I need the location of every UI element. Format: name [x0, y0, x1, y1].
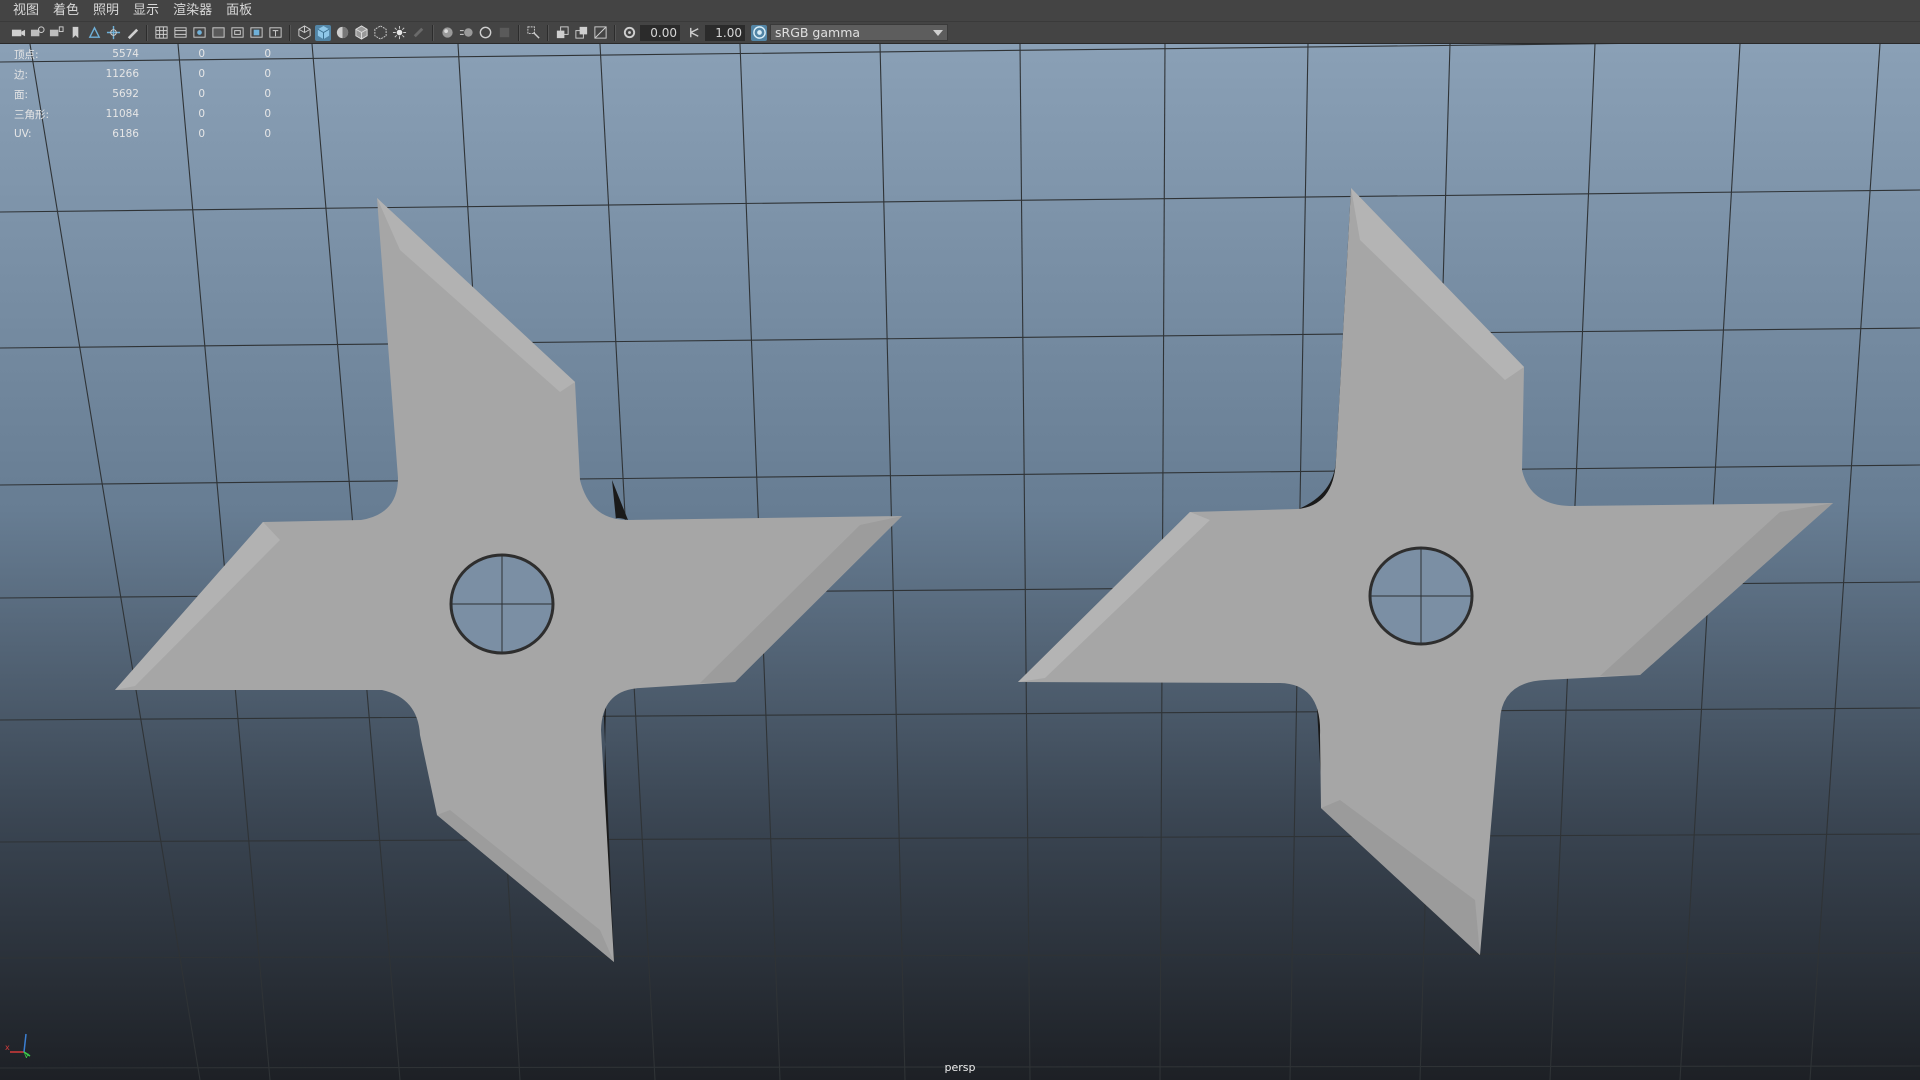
image-plane-icon[interactable]	[86, 25, 102, 41]
exposure-icon[interactable]	[621, 25, 637, 41]
toolbar-separator	[547, 24, 549, 41]
safe-title-icon[interactable]	[267, 25, 283, 41]
viewport-scene	[0, 44, 1920, 1080]
perspective-viewport[interactable]	[0, 44, 1920, 1080]
hud-value: 0	[264, 68, 271, 80]
hud-row-faces: 面: 5692 0 0	[14, 84, 271, 104]
hud-value: 11084	[105, 108, 139, 120]
isolate-select-icon[interactable]	[525, 25, 541, 41]
hud-row-uvs: UV: 6186 0 0	[14, 124, 271, 144]
gamma-field[interactable]	[705, 24, 745, 41]
hud-row-triangles: 三角形: 11084 0 0	[14, 104, 271, 124]
hud-value: 0	[198, 88, 205, 100]
hud-value: 0	[264, 48, 271, 60]
hud-value: 5574	[112, 48, 139, 60]
resolution-gate-icon[interactable]	[191, 25, 207, 41]
color-management-icon[interactable]	[751, 24, 767, 41]
default-material-icon[interactable]	[334, 25, 350, 41]
axis-gizmo-icon: x y	[5, 1033, 31, 1058]
hud-value: 0	[198, 48, 205, 60]
toolbar-separator	[289, 24, 291, 41]
toolbar-separator	[518, 24, 520, 41]
toolbar-separator	[432, 24, 434, 41]
backface-culling-icon[interactable]	[592, 25, 608, 41]
gate-mask-icon[interactable]	[210, 25, 226, 41]
hud-value: 0	[198, 128, 205, 140]
hud-value: 0	[264, 88, 271, 100]
depth-of-field-icon[interactable]	[496, 25, 512, 41]
hud-row-edges: 边: 11266 0 0	[14, 64, 271, 84]
shadows-icon[interactable]	[410, 25, 426, 41]
menu-renderer[interactable]: 渲染器	[166, 0, 219, 22]
multisample-aa-icon[interactable]	[477, 25, 493, 41]
xray-joints-icon[interactable]	[554, 25, 570, 41]
hud-value: 0	[264, 108, 271, 120]
field-chart-icon[interactable]	[229, 25, 245, 41]
menu-view[interactable]: 视图	[6, 0, 46, 22]
menu-lighting[interactable]: 照明	[86, 0, 126, 22]
hud-label: UV:	[14, 128, 32, 140]
color-space-dropdown[interactable]: sRGB gamma	[770, 24, 948, 41]
hud-label: 三角形:	[14, 108, 50, 121]
hud-label: 边:	[14, 68, 29, 81]
menu-show[interactable]: 显示	[126, 0, 166, 22]
hud-value: 0	[264, 128, 271, 140]
screen-space-ao-icon[interactable]	[439, 25, 455, 41]
hud-value: 11266	[105, 68, 139, 80]
hud-value: 6186	[112, 128, 139, 140]
hud-value: 0	[198, 68, 205, 80]
viewport-toolbar: sRGB gamma	[0, 22, 1920, 44]
xray-active-icon[interactable]	[573, 25, 589, 41]
grease-pencil-icon[interactable]	[124, 25, 140, 41]
hud-label: 顶点:	[14, 48, 39, 61]
camera-lock-icon[interactable]	[48, 25, 64, 41]
camera-name-label: persp	[944, 1061, 976, 1074]
hud-row-vertices: 顶点: 5574 0 0	[14, 44, 271, 64]
menu-shading[interactable]: 着色	[46, 0, 86, 22]
motion-blur-icon[interactable]	[458, 25, 474, 41]
safe-action-icon[interactable]	[248, 25, 264, 41]
exposure-field[interactable]	[640, 24, 680, 41]
gamma-icon[interactable]	[686, 25, 702, 41]
toolbar-separator	[614, 24, 616, 41]
chevron-down-icon	[933, 29, 943, 36]
axis-x-label: x	[5, 1043, 10, 1052]
2d-pan-zoom-icon[interactable]	[105, 25, 121, 41]
grid-icon[interactable]	[153, 25, 169, 41]
menu-panels[interactable]: 面板	[219, 0, 259, 22]
xray-icon[interactable]	[372, 25, 388, 41]
viewport-menu-bar: 视图 着色 照明 显示 渲染器 面板	[0, 0, 1920, 22]
film-gate-icon[interactable]	[172, 25, 188, 41]
axis-y-label: y	[24, 1051, 29, 1058]
hud-value: 5692	[112, 88, 139, 100]
camera-attributes-icon[interactable]	[29, 25, 45, 41]
hud-value: 0	[198, 108, 205, 120]
wireframe-on-shaded-icon[interactable]	[353, 25, 369, 41]
poly-count-hud: 顶点: 5574 0 0 边: 11266 0 0 面: 5692 0 0 三角…	[14, 44, 271, 144]
wireframe-icon[interactable]	[296, 25, 312, 41]
camera-select-icon[interactable]	[10, 25, 26, 41]
color-space-value: sRGB gamma	[775, 25, 861, 40]
bookmark-icon[interactable]	[67, 25, 83, 41]
hud-label: 面:	[14, 88, 29, 101]
use-all-lights-icon[interactable]	[391, 25, 407, 41]
toolbar-separator	[146, 24, 148, 41]
smooth-shade-icon[interactable]	[315, 24, 331, 41]
